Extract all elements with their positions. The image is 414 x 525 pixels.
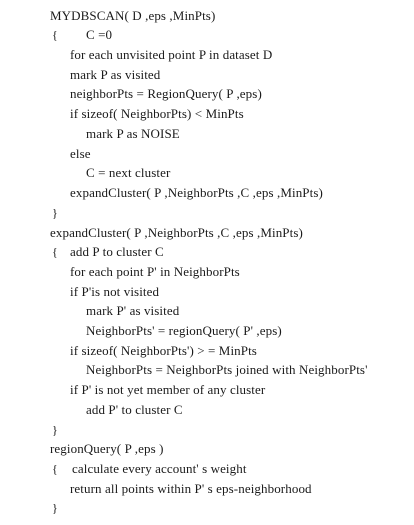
open-brace: { — [52, 28, 58, 42]
code-text: neighborPts = RegionQuery( P ,eps) — [70, 86, 262, 101]
code-text: mark P as NOISE — [86, 126, 180, 141]
open-brace: { — [52, 462, 58, 476]
close-brace: } — [52, 501, 58, 515]
code-text: add P' to cluster C — [86, 402, 183, 417]
code-text: if P'is not visited — [70, 284, 160, 299]
code-text: mark P' as visited — [86, 303, 180, 318]
close-brace: } — [52, 423, 58, 437]
code-text: NeighborPts = NeighborPts joined with Ne… — [86, 362, 368, 377]
code-text: if P' is not yet member of any cluster — [70, 382, 266, 397]
code-text: add P to cluster C — [70, 244, 164, 259]
code-text: else — [70, 146, 91, 161]
code-text: for each point P' in NeighborPts — [70, 264, 240, 279]
code-text: NeighborPts' = regionQuery( P' ,eps) — [86, 323, 282, 338]
code-text: MYDBSCAN( D ,eps ,MinPts) — [50, 8, 216, 23]
close-brace: } — [52, 206, 58, 220]
open-brace: { — [52, 245, 58, 259]
code-text: expandCluster( P ,NeighborPts ,C ,eps ,M… — [50, 225, 303, 240]
code-text: calculate every account' s weight — [72, 461, 247, 476]
code-text: expandCluster( P ,NeighborPts ,C ,eps ,M… — [70, 185, 323, 200]
code-text: mark P as visited — [70, 67, 161, 82]
code-text: regionQuery( P ,eps ) — [50, 441, 164, 456]
code-text: C =0 — [86, 27, 113, 42]
code-text: for each unvisited point P in dataset D — [70, 47, 273, 62]
code-text: if sizeof( NeighborPts') > = MinPts — [70, 343, 257, 358]
code-text: C = next cluster — [86, 165, 171, 180]
code-text: return all points within P' s eps-neighb… — [70, 481, 312, 496]
pseudocode-document: MYDBSCAN( D ,eps ,MinPts) { C =0 for eac… — [0, 0, 414, 525]
code-text: if sizeof( NeighborPts) < MinPts — [70, 106, 244, 121]
